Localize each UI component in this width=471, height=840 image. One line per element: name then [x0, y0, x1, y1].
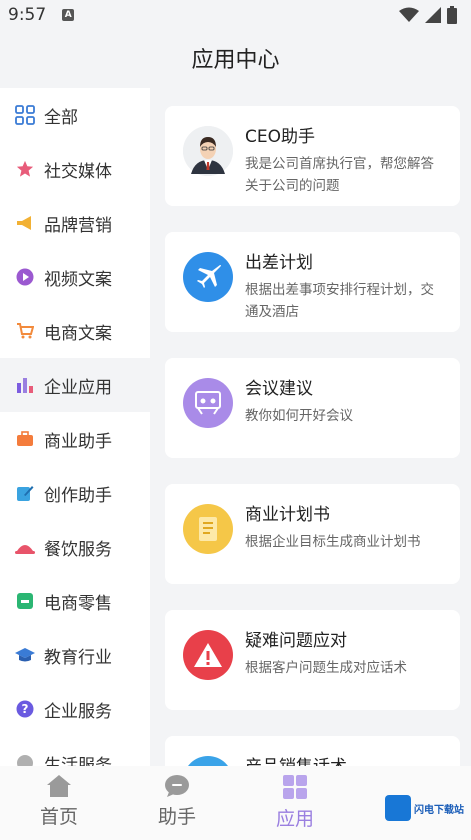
app-card-description: 根据客户问题生成对应话术 [245, 660, 407, 676]
sidebar-item-ecommerce-retail[interactable]: 电商零售 [0, 574, 150, 628]
category-sidebar: 全部 社交媒体 品牌营销 视频文案 电商文案 企业应用 商业助手 创作助手 餐饮… [0, 88, 150, 766]
app-card-title: CEO助手 [245, 127, 315, 147]
app-card-title: 出差计划 [245, 253, 313, 273]
meeting-icon [183, 378, 233, 428]
page-title: 应用中心 [191, 48, 280, 73]
sidebar-item-label: 全部 [44, 107, 78, 128]
sidebar-item-label: 生活服务 [44, 755, 112, 767]
sidebar-item-catering-service[interactable]: 餐饮服务 [0, 520, 150, 574]
app-card-description: 根据出差事项安排行程计划，交通及酒店 [245, 282, 434, 320]
sidebar-item-creative-assistant[interactable]: 创作助手 [0, 466, 150, 520]
app-card-business-trip[interactable]: 出差计划 根据出差事项安排行程计划，交通及酒店 [165, 232, 460, 332]
notification-icon: A [62, 9, 75, 21]
life-icon [15, 753, 35, 766]
chat-icon [165, 775, 189, 797]
app-card-description: 我是公司首席执行官，帮您解答关于公司的问题 [245, 156, 434, 194]
app-card-business-plan[interactable]: 商业计划书 根据企业目标生成商业计划书 [165, 484, 460, 584]
sidebar-item-label: 创作助手 [44, 485, 112, 506]
app-card-title: 商业计划书 [245, 505, 330, 525]
app-card-description: 根据企业目标生成商业计划书 [245, 534, 421, 550]
tab-label: 首页 [39, 806, 78, 828]
status-indicators [399, 6, 457, 24]
sidebar-item-education[interactable]: 教育行业 [0, 628, 150, 682]
wifi-icon [399, 7, 419, 22]
sidebar-item-life-service[interactable]: 生活服务 [0, 736, 150, 766]
svg-text:?: ? [22, 702, 29, 716]
signal-icon [425, 7, 441, 23]
app-card-difficult-issues[interactable]: 疑难问题应对 根据客户问题生成对应话术 [165, 610, 460, 710]
sidebar-item-label: 电商零售 [44, 593, 112, 614]
status-bar: 9:57 A [0, 0, 471, 30]
app-list: CEO助手 我是公司首席执行官，帮您解答关于公司的问题 出差计划 根据出差事项安… [150, 88, 471, 766]
sidebar-item-label: 品牌营销 [44, 215, 112, 236]
sidebar-item-label: 教育行业 [44, 647, 112, 668]
home-icon [47, 775, 71, 797]
help-icon: ? [15, 699, 35, 719]
tab-apps[interactable]: 应用 [236, 766, 354, 840]
app-card-sales-script[interactable]: 产品销售话术 [165, 736, 460, 766]
graduation-cap-icon [15, 645, 35, 665]
play-icon [15, 267, 35, 287]
sidebar-item-label: 企业应用 [44, 377, 112, 398]
edit-icon [15, 483, 35, 503]
sidebar-item-label: 电商文案 [44, 323, 112, 344]
watermark-icon [385, 795, 411, 821]
app-card-title: 会议建议 [245, 379, 313, 399]
tab-label: 应用 [275, 808, 314, 830]
star-icon [15, 159, 35, 179]
tab-assistant[interactable]: 助手 [118, 766, 236, 840]
shop-icon [15, 591, 35, 611]
sidebar-item-ecommerce-copy[interactable]: 电商文案 [0, 304, 150, 358]
ceo-avatar-icon [183, 126, 233, 176]
watermark-text: 闪电下载站 [414, 804, 464, 816]
sidebar-item-video-copy[interactable]: 视频文案 [0, 250, 150, 304]
app-card-ceo-assistant[interactable]: CEO助手 我是公司首席执行官，帮您解答关于公司的问题 [165, 106, 460, 206]
sidebar-item-label: 企业服务 [44, 701, 112, 722]
dish-icon [15, 537, 35, 557]
watermark-logo: 闪电下载站 [385, 794, 465, 822]
sidebar-item-label: 视频文案 [44, 269, 112, 290]
apps-icon [283, 775, 307, 799]
sidebar-item-enterprise-apps[interactable]: 企业应用 [0, 358, 150, 412]
sidebar-item-enterprise-service[interactable]: ? 企业服务 [0, 682, 150, 736]
document-icon [183, 504, 233, 554]
battery-icon [447, 6, 457, 24]
cart-icon [15, 321, 35, 341]
sidebar-item-all[interactable]: 全部 [0, 88, 150, 142]
sidebar-item-social-media[interactable]: 社交媒体 [0, 142, 150, 196]
briefcase-icon [15, 429, 35, 449]
sidebar-item-label: 商业助手 [44, 431, 112, 452]
app-card-description: 教你如何开好会议 [245, 408, 353, 424]
airplane-icon [183, 252, 233, 302]
app-card-title: 产品销售话术 [245, 756, 444, 766]
sidebar-item-label: 餐饮服务 [44, 539, 112, 560]
tab-label: 助手 [157, 806, 196, 828]
warning-icon [183, 630, 233, 680]
sidebar-item-brand-marketing[interactable]: 品牌营销 [0, 196, 150, 250]
grid-icon [15, 105, 35, 125]
megaphone-icon [15, 213, 35, 233]
sidebar-item-label: 社交媒体 [44, 161, 112, 182]
status-time: 9:57 [8, 5, 47, 25]
app-card-meeting-advice[interactable]: 会议建议 教你如何开好会议 [165, 358, 460, 458]
bar-chart-icon [15, 375, 35, 395]
sales-icon [183, 756, 233, 766]
app-card-title: 疑难问题应对 [245, 631, 347, 651]
sidebar-item-business-assistant[interactable]: 商业助手 [0, 412, 150, 466]
tab-home[interactable]: 首页 [0, 766, 118, 840]
